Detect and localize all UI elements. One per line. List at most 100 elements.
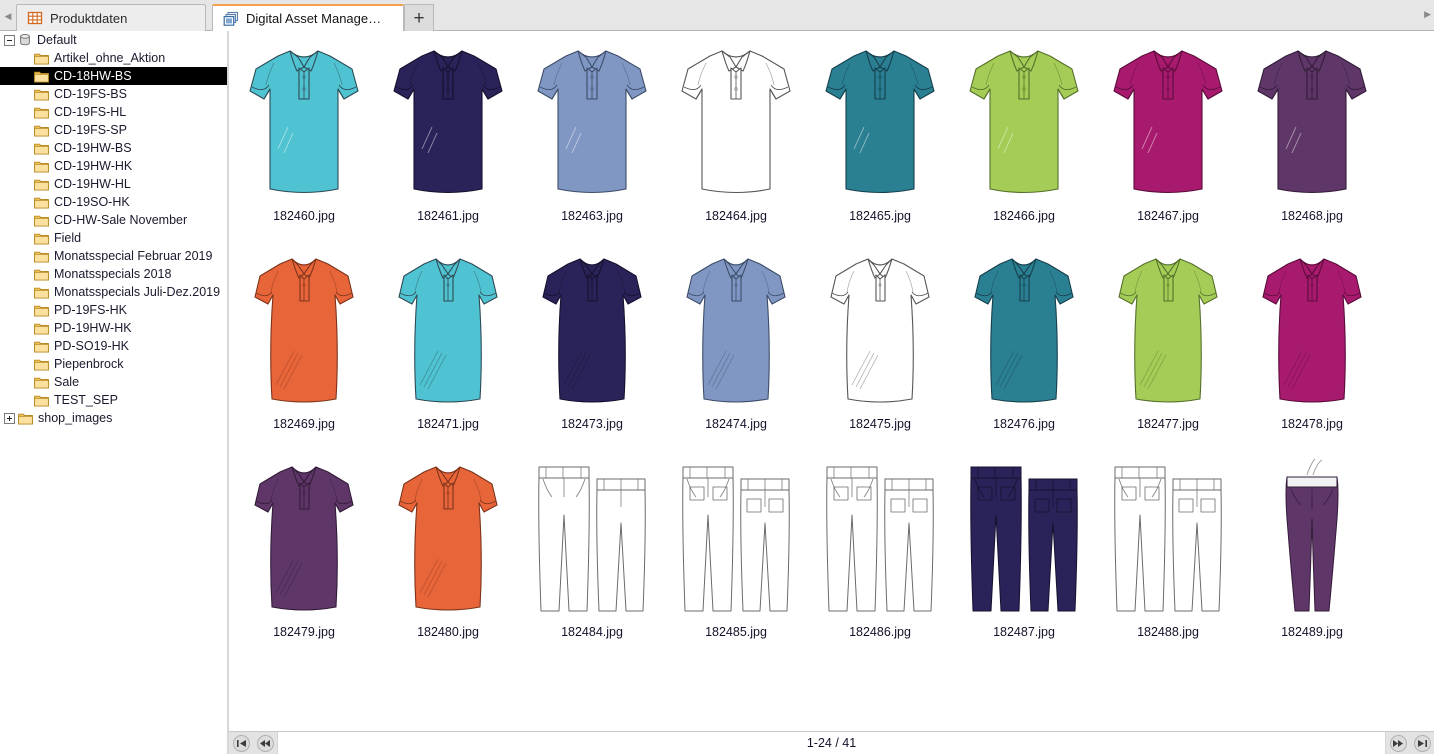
asset-cell[interactable]: 182461.jpg <box>376 37 520 245</box>
asset-thumbnail[interactable] <box>959 245 1089 413</box>
sidebar-item-cd-hw-sale-november[interactable]: CD-HW-Sale November <box>0 211 227 229</box>
sidebar-item-test-sep[interactable]: TEST_SEP <box>0 391 227 409</box>
asset-cell[interactable]: 182477.jpg <box>1096 245 1240 453</box>
asset-thumbnail[interactable] <box>815 37 945 205</box>
folder-tree-sidebar[interactable]: Default Artikel_ohne_AktionCD-18HW-BSCD-… <box>0 31 228 754</box>
asset-cell[interactable]: 182484.jpg <box>520 453 664 661</box>
sidebar-item-cd-19hw-bs[interactable]: CD-19HW-BS <box>0 139 227 157</box>
asset-filename: 182466.jpg <box>993 209 1055 223</box>
asset-cell[interactable]: 182486.jpg <box>808 453 952 661</box>
folder-icon <box>34 376 49 389</box>
folder-icon <box>34 286 49 299</box>
asset-cell[interactable]: 182463.jpg <box>520 37 664 245</box>
asset-cell[interactable]: 182480.jpg <box>376 453 520 661</box>
sidebar-item-cd-19hw-hk[interactable]: CD-19HW-HK <box>0 157 227 175</box>
previous-page-button[interactable] <box>253 732 277 754</box>
asset-thumbnail[interactable] <box>1247 245 1377 413</box>
folder-icon <box>34 394 49 407</box>
pagination-right-group <box>1386 732 1434 754</box>
sidebar-item-sale[interactable]: Sale <box>0 373 227 391</box>
tree-node-list: Artikel_ohne_AktionCD-18HW-BSCD-19FS-BSC… <box>0 49 227 427</box>
sidebar-item-field[interactable]: Field <box>0 229 227 247</box>
asset-filename: 182463.jpg <box>561 209 623 223</box>
add-tab-button[interactable]: + <box>404 4 434 31</box>
asset-cell[interactable]: 182471.jpg <box>376 245 520 453</box>
next-page-button[interactable] <box>1386 732 1410 754</box>
asset-cell[interactable]: 182479.jpg <box>232 453 376 661</box>
sidebar-item-label: CD-18HW-BS <box>54 67 227 85</box>
asset-thumbnail[interactable] <box>527 37 657 205</box>
asset-thumbnail[interactable] <box>959 453 1089 621</box>
sidebar-item-monatsspecial-februar-2019[interactable]: Monatsspecial Februar 2019 <box>0 247 227 265</box>
tab-digital-asset-management[interactable]: Digital Asset Management <box>212 4 404 31</box>
sidebar-item-monatsspecials-juli-dez-2019[interactable]: Monatsspecials Juli-Dez.2019 <box>0 283 227 301</box>
tab-produktdaten[interactable]: Produktdaten <box>16 4 206 31</box>
asset-thumbnail[interactable] <box>1103 245 1233 413</box>
asset-thumbnail[interactable] <box>1103 453 1233 621</box>
asset-thumbnail[interactable] <box>383 453 513 621</box>
asset-cell[interactable]: 182474.jpg <box>664 245 808 453</box>
grid-table-icon <box>27 10 43 26</box>
folder-icon <box>34 250 49 263</box>
tab-scroll-right-icon[interactable]: ▶ <box>1424 9 1431 20</box>
asset-cell[interactable]: 182468.jpg <box>1240 37 1384 245</box>
asset-thumbnail[interactable] <box>239 37 369 205</box>
asset-cell[interactable]: 182485.jpg <box>664 453 808 661</box>
asset-cell[interactable]: 182464.jpg <box>664 37 808 245</box>
last-page-icon <box>1414 735 1431 752</box>
asset-thumbnail[interactable] <box>527 245 657 413</box>
tree-collapse-toggle-icon[interactable] <box>4 35 15 46</box>
pagination-bar: 1-24 / 41 <box>229 731 1434 754</box>
sidebar-item-cd-18hw-bs[interactable]: CD-18HW-BS <box>0 67 227 85</box>
sidebar-item-cd-19fs-sp[interactable]: CD-19FS-SP <box>0 121 227 139</box>
asset-thumbnail[interactable] <box>239 453 369 621</box>
asset-thumbnail[interactable] <box>671 245 801 413</box>
asset-thumbnail[interactable] <box>383 245 513 413</box>
asset-cell[interactable]: 182478.jpg <box>1240 245 1384 453</box>
sidebar-item-piepenbrock[interactable]: Piepenbrock <box>0 355 227 373</box>
asset-thumbnail[interactable] <box>815 245 945 413</box>
asset-cell[interactable]: 182473.jpg <box>520 245 664 453</box>
asset-cell[interactable]: 182489.jpg <box>1240 453 1384 661</box>
asset-cell[interactable]: 182475.jpg <box>808 245 952 453</box>
tree-node-default[interactable]: Default <box>0 31 227 49</box>
asset-thumbnail[interactable] <box>959 37 1089 205</box>
sidebar-item-shop-images[interactable]: shop_images <box>0 409 227 427</box>
asset-thumbnail[interactable] <box>383 37 513 205</box>
asset-cell[interactable]: 182487.jpg <box>952 453 1096 661</box>
asset-thumbnail[interactable] <box>815 453 945 621</box>
asset-thumbnail[interactable] <box>671 37 801 205</box>
sidebar-item-pd-19fs-hk[interactable]: PD-19FS-HK <box>0 301 227 319</box>
folder-icon <box>34 214 49 227</box>
asset-thumbnail[interactable] <box>671 453 801 621</box>
sidebar-item-monatsspecials-2018[interactable]: Monatsspecials 2018 <box>0 265 227 283</box>
sidebar-item-artikel-ohne-aktion[interactable]: Artikel_ohne_Aktion <box>0 49 227 67</box>
sidebar-item-cd-19so-hk[interactable]: CD-19SO-HK <box>0 193 227 211</box>
asset-cell[interactable]: 182476.jpg <box>952 245 1096 453</box>
asset-cell[interactable]: 182465.jpg <box>808 37 952 245</box>
asset-cell[interactable]: 182466.jpg <box>952 37 1096 245</box>
sidebar-item-cd-19fs-hl[interactable]: CD-19FS-HL <box>0 103 227 121</box>
sidebar-item-pd-so19-hk[interactable]: PD-SO19-HK <box>0 337 227 355</box>
folder-icon <box>34 124 49 137</box>
sidebar-item-cd-19fs-bs[interactable]: CD-19FS-BS <box>0 85 227 103</box>
sidebar-item-cd-19hw-hl[interactable]: CD-19HW-HL <box>0 175 227 193</box>
asset-thumbnail[interactable] <box>1247 453 1377 621</box>
asset-thumbnail[interactable] <box>239 245 369 413</box>
tree-expand-toggle-icon[interactable] <box>4 413 15 424</box>
previous-page-icon <box>257 735 274 752</box>
first-page-button[interactable] <box>229 732 253 754</box>
sidebar-item-label: Sale <box>54 373 227 391</box>
asset-thumbnail[interactable] <box>1103 37 1233 205</box>
asset-thumbnail[interactable] <box>527 453 657 621</box>
last-page-button[interactable] <box>1410 732 1434 754</box>
tab-scroll-left-icon[interactable]: ◀ <box>2 9 14 23</box>
asset-thumbnail[interactable] <box>1247 37 1377 205</box>
asset-cell[interactable]: 182488.jpg <box>1096 453 1240 661</box>
asset-cell[interactable]: 182467.jpg <box>1096 37 1240 245</box>
asset-cell[interactable]: 182469.jpg <box>232 245 376 453</box>
asset-cell[interactable]: 182460.jpg <box>232 37 376 245</box>
folder-icon <box>34 268 49 281</box>
sidebar-item-pd-19hw-hk[interactable]: PD-19HW-HK <box>0 319 227 337</box>
asset-filename: 182465.jpg <box>849 209 911 223</box>
